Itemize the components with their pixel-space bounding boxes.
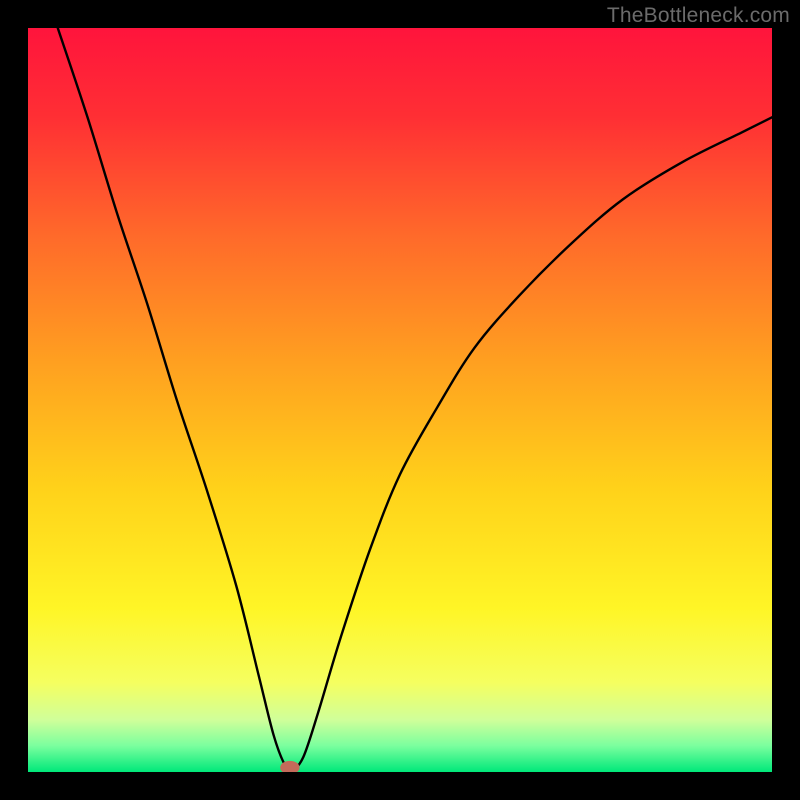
- chart-frame: TheBottleneck.com: [0, 0, 800, 800]
- chart-canvas: [28, 28, 772, 772]
- plot-area: [28, 28, 772, 772]
- watermark-text: TheBottleneck.com: [607, 4, 790, 28]
- gradient-background: [28, 28, 772, 772]
